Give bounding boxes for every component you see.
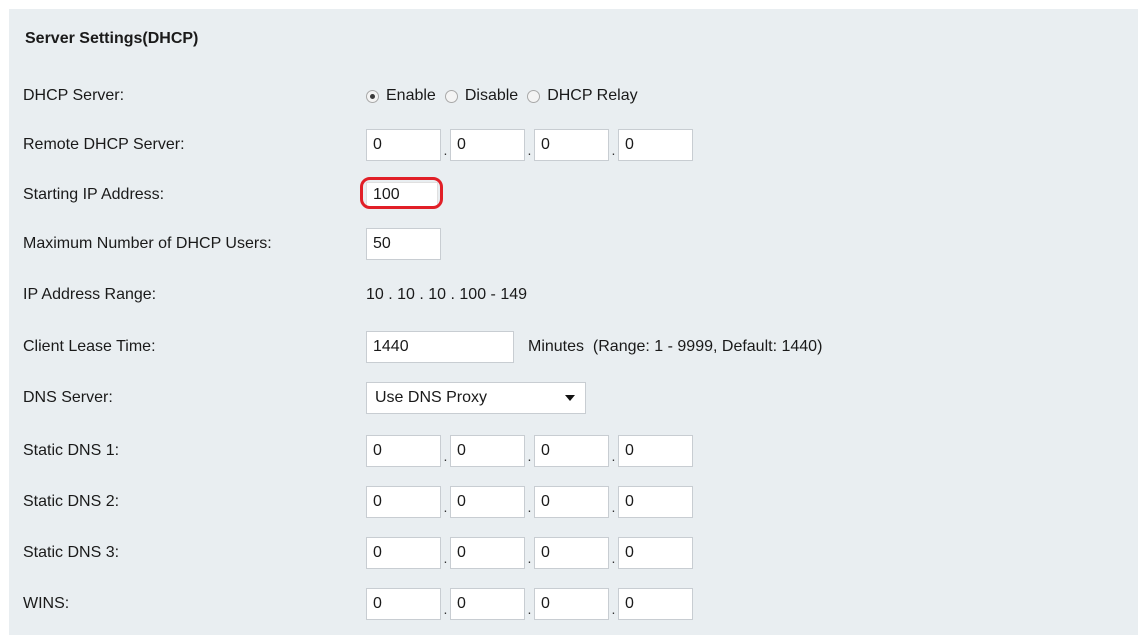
row-wins: WINS: 0 . 0 . 0 . 0 (9, 584, 1138, 624)
ip-dot-separator: . (443, 601, 448, 617)
static-dns-2-octet-3[interactable]: 0 (534, 486, 609, 518)
dhcp-relay-radio[interactable] (527, 89, 541, 103)
dhcp-settings-panel: Server Settings(DHCP) DHCP Server: Enabl… (9, 9, 1138, 635)
static-dns-3-octet-1[interactable]: 0 (366, 537, 441, 569)
static-dns-2-octet-4[interactable]: 0 (618, 486, 693, 518)
static-dns-3-label: Static DNS 3: (23, 544, 120, 561)
row-ip-range: IP Address Range: 10 . 10 . 10 . 100 - 1… (9, 275, 1138, 315)
enable-radio-label[interactable]: Enable (386, 87, 436, 105)
ip-dot-separator: . (443, 550, 448, 566)
ip-dot-separator: . (611, 448, 616, 464)
caret-down-icon (565, 395, 575, 401)
disable-radio[interactable] (444, 89, 458, 103)
lease-time-control: 1440 Minutes (Range: 1 - 9999, Default: … (366, 331, 822, 363)
remote-dhcp-octet-4[interactable]: 0 (618, 129, 693, 161)
section-title: Server Settings(DHCP) (25, 30, 199, 47)
dns-server-label: DNS Server: (23, 389, 113, 406)
static-dns-1-ip: 0 . 0 . 0 . 0 (366, 435, 693, 467)
starting-ip-label: Starting IP Address: (23, 186, 165, 203)
row-static-dns-2: Static DNS 2: 0 . 0 . 0 . 0 (9, 482, 1138, 522)
static-dns-1-octet-1[interactable]: 0 (366, 435, 441, 467)
dhcp-relay-radio-label[interactable]: DHCP Relay (547, 87, 637, 105)
ip-dot-separator: . (443, 142, 448, 158)
remote-dhcp-octet-2[interactable]: 0 (450, 129, 525, 161)
ip-dot-separator: . (443, 448, 448, 464)
remote-dhcp-server-ip: 0 . 0 . 0 . 0 (366, 129, 693, 161)
ip-dot-separator: . (611, 142, 616, 158)
ip-range-control: 10 . 10 . 10 . 100 - 149 (366, 286, 527, 304)
static-dns-3-octet-4[interactable]: 0 (618, 537, 693, 569)
wins-octet-4[interactable]: 0 (618, 588, 693, 620)
static-dns-2-octet-2[interactable]: 0 (450, 486, 525, 518)
row-static-dns-1: Static DNS 1: 0 . 0 . 0 . 0 (9, 431, 1138, 471)
starting-ip-control: 100 (360, 177, 443, 209)
lease-time-input[interactable]: 1440 (366, 331, 514, 363)
ip-dot-separator: . (611, 499, 616, 515)
dns-server-selected-value: Use DNS Proxy (375, 389, 488, 406)
row-starting-ip: Starting IP Address: 100 (9, 175, 1138, 215)
row-dhcp-server: DHCP Server: Enable Disable DHCP Relay (9, 76, 1138, 116)
static-dns-2-label: Static DNS 2: (23, 493, 120, 510)
disable-radio-label[interactable]: Disable (465, 87, 518, 105)
ip-dot-separator: . (527, 550, 532, 566)
wins-octet-1[interactable]: 0 (366, 588, 441, 620)
max-users-label: Maximum Number of DHCP Users: (23, 235, 272, 252)
ip-range-label: IP Address Range: (23, 286, 157, 303)
static-dns-1-label: Static DNS 1: (23, 442, 120, 459)
row-max-users: Maximum Number of DHCP Users: 50 (9, 224, 1138, 264)
lease-time-hint: Minutes (Range: 1 - 9999, Default: 1440) (528, 338, 823, 355)
wins-ip: 0 . 0 . 0 . 0 (366, 588, 693, 620)
dhcp-server-radio-group: Enable Disable DHCP Relay (366, 87, 638, 105)
static-dns-2-octet-1[interactable]: 0 (366, 486, 441, 518)
static-dns-3-ip: 0 . 0 . 0 . 0 (366, 537, 693, 569)
red-highlight-callout (360, 177, 443, 209)
remote-dhcp-octet-3[interactable]: 0 (534, 129, 609, 161)
dhcp-server-label: DHCP Server: (23, 87, 125, 104)
ip-dot-separator: . (527, 142, 532, 158)
ip-dot-separator: . (527, 601, 532, 617)
static-dns-2-ip: 0 . 0 . 0 . 0 (366, 486, 693, 518)
remote-dhcp-server-label: Remote DHCP Server: (23, 136, 185, 153)
static-dns-1-octet-2[interactable]: 0 (450, 435, 525, 467)
wins-octet-3[interactable]: 0 (534, 588, 609, 620)
wins-label: WINS: (23, 595, 70, 612)
ip-dot-separator: . (443, 499, 448, 515)
static-dns-1-octet-3[interactable]: 0 (534, 435, 609, 467)
static-dns-3-octet-2[interactable]: 0 (450, 537, 525, 569)
ip-dot-separator: . (611, 550, 616, 566)
radio-selected-dot-icon (370, 93, 375, 99)
max-users-input[interactable]: 50 (366, 228, 441, 260)
dns-server-select[interactable]: Use DNS Proxy (366, 382, 586, 414)
remote-dhcp-octet-1[interactable]: 0 (366, 129, 441, 161)
static-dns-3-octet-3[interactable]: 0 (534, 537, 609, 569)
static-dns-1-octet-4[interactable]: 0 (618, 435, 693, 467)
row-lease-time: Client Lease Time: 1440 Minutes (Range: … (9, 327, 1138, 367)
ip-dot-separator: . (527, 499, 532, 515)
dns-server-control: Use DNS Proxy (366, 382, 586, 414)
row-remote-dhcp-server: Remote DHCP Server: 0 . 0 . 0 . 0 (9, 125, 1138, 165)
enable-radio[interactable] (366, 89, 379, 103)
row-static-dns-3: Static DNS 3: 0 . 0 . 0 . 0 (9, 533, 1138, 573)
ip-dot-separator: . (527, 448, 532, 464)
ip-range-value: 10 . 10 . 10 . 100 - 149 (366, 286, 528, 303)
max-users-control: 50 (366, 228, 441, 260)
row-dns-server: DNS Server: Use DNS Proxy (9, 378, 1138, 418)
wins-octet-2[interactable]: 0 (450, 588, 525, 620)
ip-dot-separator: . (611, 601, 616, 617)
lease-time-label: Client Lease Time: (23, 338, 156, 355)
